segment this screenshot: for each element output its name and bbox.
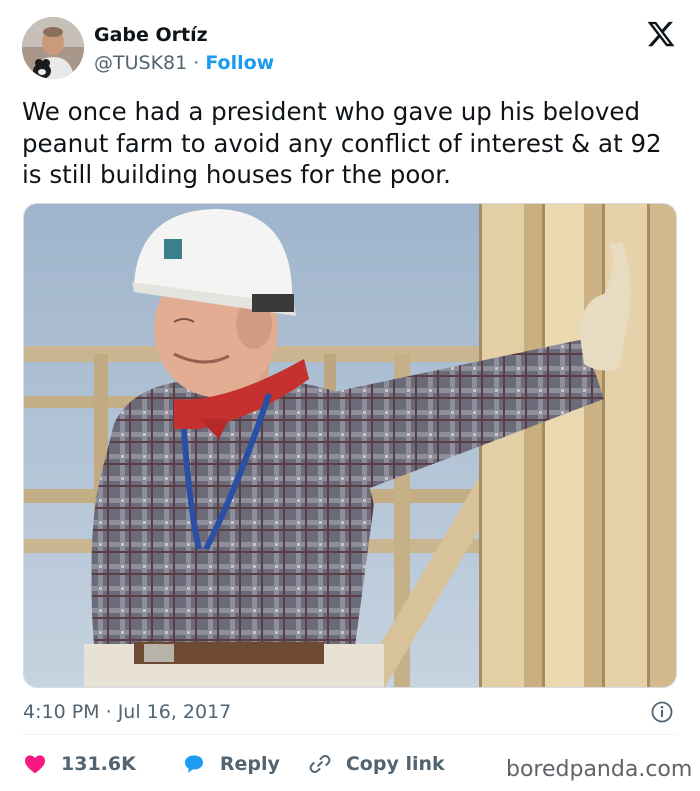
tweet-text: We once had a president who gave up his … [22, 97, 662, 189]
avatar-image [22, 17, 84, 79]
handle-line: @TUSK81 · Follow [94, 50, 274, 76]
likes-count: 131.6K [61, 753, 136, 775]
like-button[interactable]: 131.6K [23, 752, 136, 776]
tweet-header: Gabe Ortíz @TUSK81 · Follow [22, 17, 682, 79]
timestamp[interactable]: 4:10 PM · Jul 16, 2017 [23, 700, 231, 724]
handle-separator: · [187, 52, 206, 74]
info-icon[interactable] [650, 700, 674, 724]
link-icon [309, 755, 331, 773]
reply-label: Reply [219, 753, 280, 775]
avatar[interactable] [22, 17, 84, 79]
watermark: boredpanda.com [506, 757, 693, 782]
photo-image [24, 204, 676, 687]
heart-icon [25, 755, 45, 774]
follow-button[interactable]: Follow [205, 52, 274, 74]
action-bar: 131.6K Reply Copy link [23, 750, 445, 778]
x-logo-icon[interactable] [646, 19, 676, 49]
tweet-time: 4:10 PM [23, 701, 100, 723]
tweet-photo[interactable] [23, 203, 677, 688]
author-handle[interactable]: @TUSK81 [94, 52, 187, 74]
reply-bubble-icon [184, 755, 203, 773]
reply-button[interactable]: Reply [182, 752, 280, 776]
tweet-date: Jul 16, 2017 [117, 701, 232, 723]
author-info: Gabe Ortíz @TUSK81 · Follow [94, 23, 274, 76]
date-separator: · [99, 701, 118, 723]
copy-link-label: Copy link [345, 753, 445, 775]
divider [22, 734, 678, 735]
author-name[interactable]: Gabe Ortíz [94, 23, 274, 47]
copy-link-button[interactable]: Copy link [308, 752, 445, 776]
